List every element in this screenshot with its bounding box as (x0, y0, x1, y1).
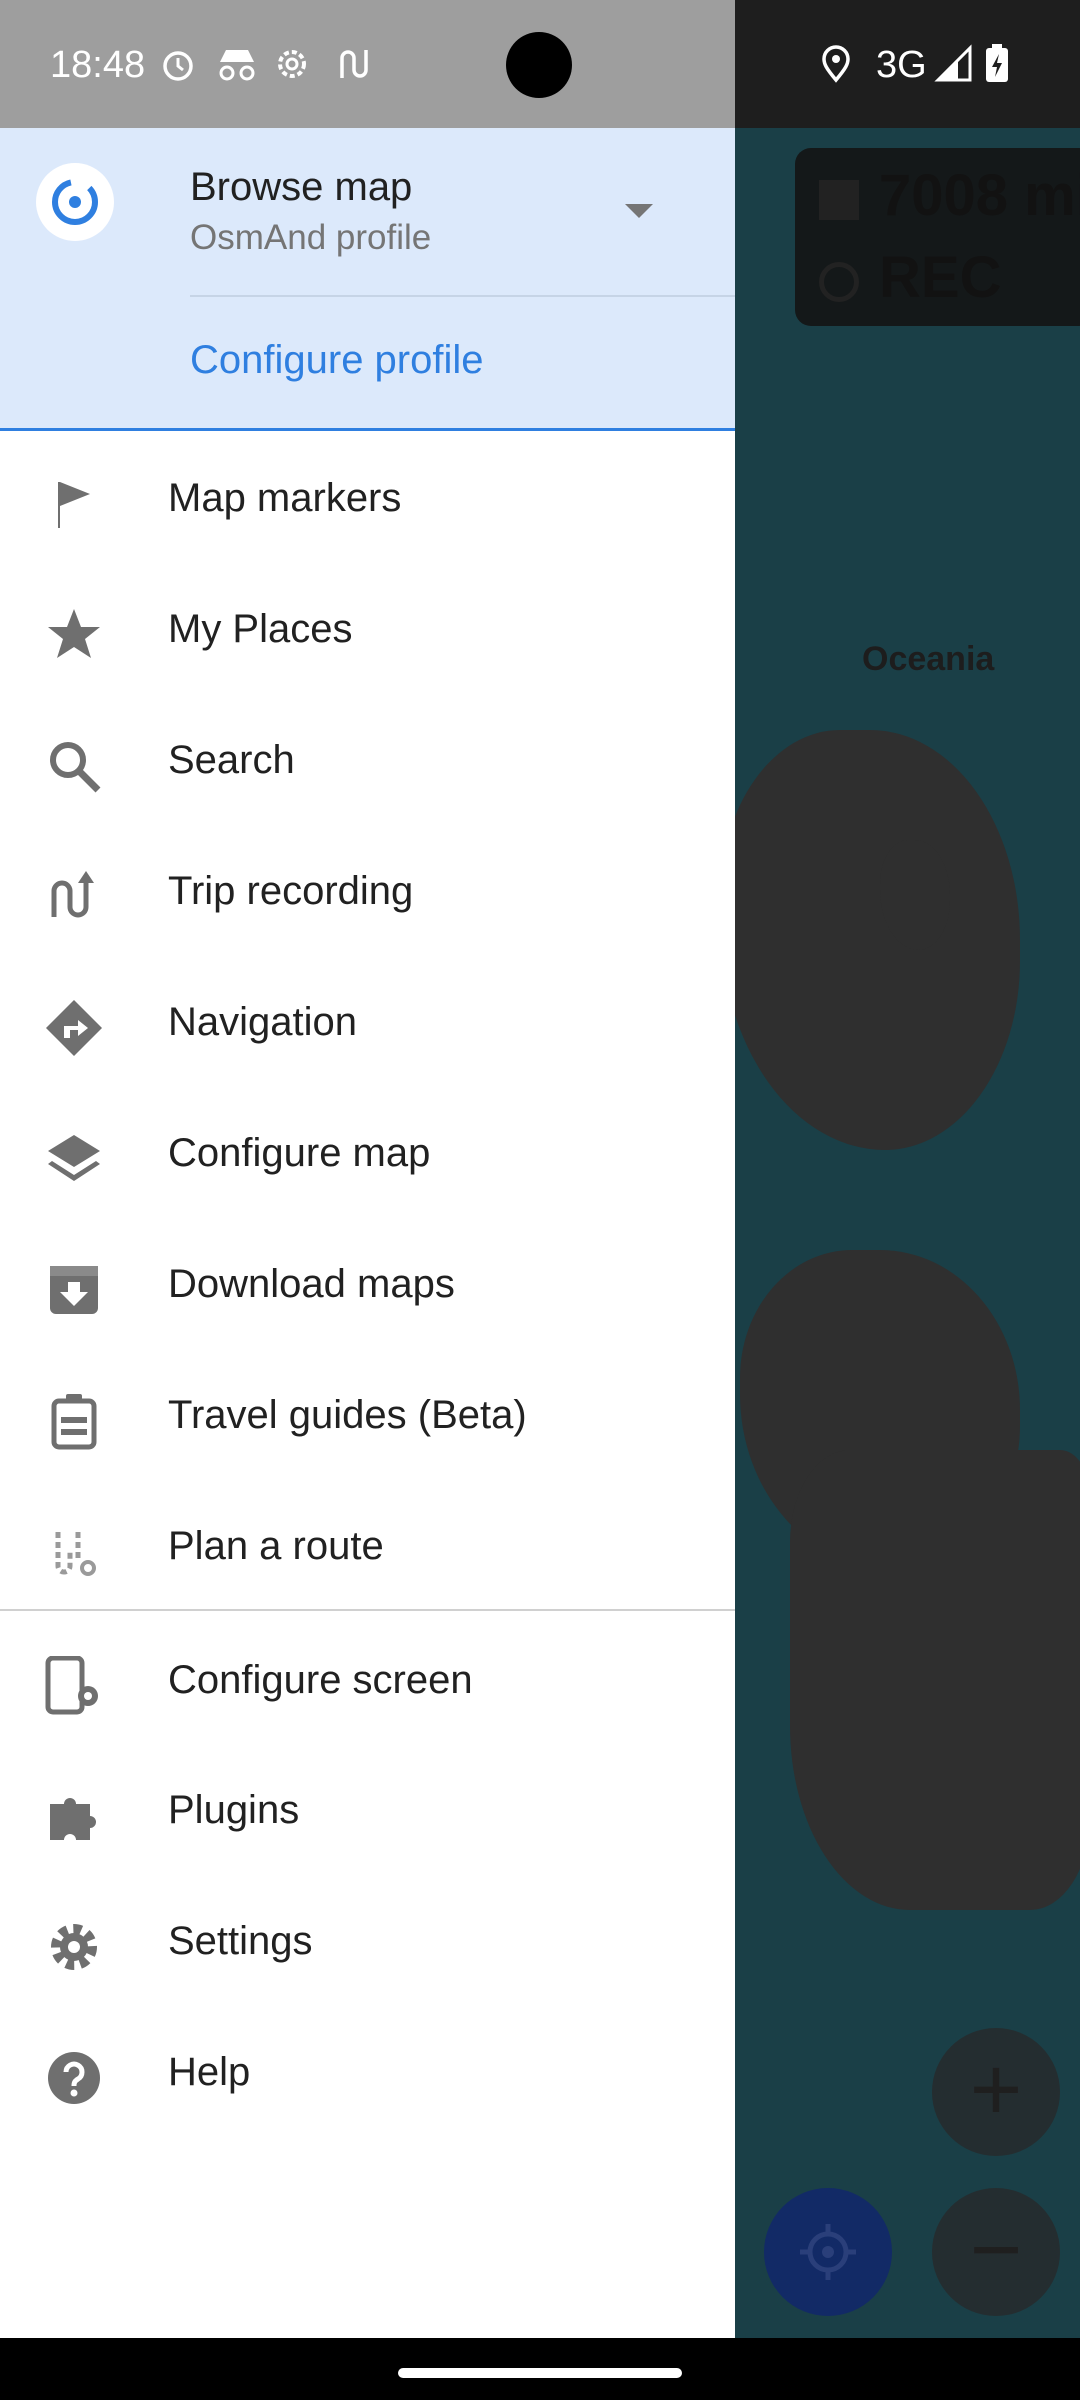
help-icon (48, 2052, 100, 2104)
camera-cutout (506, 32, 572, 98)
map-label-oceania: Oceania (862, 640, 995, 678)
menu-item-plan-route[interactable]: Plan a route (0, 1478, 735, 1608)
profile-avatar[interactable] (36, 163, 114, 241)
menu-item-configure-map[interactable]: Configure map (0, 1085, 735, 1215)
checkered-flag-icon (819, 179, 859, 220)
menu-item-my-places[interactable]: My Places (0, 561, 735, 691)
route-icon (340, 50, 368, 78)
plan-route-icon (55, 1532, 96, 1576)
profile-title: Browse map (190, 165, 413, 209)
incognito-icon (219, 50, 255, 81)
menu-item-map-markers[interactable]: Map markers (0, 430, 735, 560)
map-landmass (790, 1450, 1080, 1910)
menu-item-download-maps[interactable]: Download maps (0, 1216, 735, 1346)
distance-value: 7008 mi (879, 163, 1080, 228)
puzzle-icon (50, 1798, 96, 1840)
search-icon (50, 742, 101, 793)
home-gesture-handle[interactable] (398, 2368, 682, 2378)
configure-profile-link[interactable]: Configure profile (190, 338, 484, 383)
travel-guide-icon (51, 1394, 97, 1450)
profile-subtitle: OsmAnd profile (190, 218, 432, 257)
rec-label: REC (879, 245, 1002, 310)
menu-item-settings[interactable]: Settings (0, 1873, 735, 2003)
gear-icon (51, 1924, 97, 1970)
header-divider (190, 295, 735, 297)
menu-item-travel-guides[interactable]: Travel guides (Beta) (0, 1347, 735, 1477)
signal-icon (934, 44, 972, 82)
location-icon (822, 45, 850, 83)
map-landmass (720, 730, 1020, 1150)
menu-item-navigation[interactable]: Navigation (0, 954, 735, 1084)
menu-item-trip-recording[interactable]: Trip recording (0, 823, 735, 953)
crosshair-icon (800, 2224, 856, 2280)
alarm-icon (163, 51, 193, 81)
menu-divider (0, 1609, 735, 1611)
zoom-in-button[interactable]: + (932, 2028, 1060, 2156)
status-time: 18:48 (50, 44, 146, 86)
navigation-icon (46, 1000, 102, 1056)
record-icon (819, 261, 859, 302)
download-icon (50, 1266, 98, 1314)
star-icon (48, 609, 100, 658)
zoom-out-button[interactable]: − (932, 2188, 1060, 2316)
menu-item-configure-screen[interactable]: Configure screen (0, 1612, 735, 1742)
network-type: 3G (876, 44, 927, 86)
navigation-drawer: Browse map OsmAnd profile Configure prof… (0, 128, 735, 2338)
battery-charging-icon (986, 44, 1008, 82)
flag-icon (58, 482, 90, 528)
profile-header: Browse map OsmAnd profile Configure prof… (0, 128, 735, 431)
osmand-logo-icon (52, 179, 98, 225)
system-nav-bar (0, 2338, 1080, 2400)
layers-icon (48, 1135, 100, 1181)
menu-item-help[interactable]: Help (0, 2004, 735, 2134)
configure-screen-icon (45, 1656, 98, 1715)
menu-item-search[interactable]: Search (0, 692, 735, 822)
dropdown-arrow-icon[interactable] (625, 204, 653, 218)
settings-cog-icon (278, 50, 306, 78)
trip-widget[interactable]: 7008 mi REC (795, 148, 1080, 326)
my-location-button[interactable] (764, 2188, 892, 2316)
menu-item-plugins[interactable]: Plugins (0, 1742, 735, 1872)
trip-recording-icon (51, 871, 94, 918)
status-bar: 18:48 3G (0, 0, 1080, 128)
